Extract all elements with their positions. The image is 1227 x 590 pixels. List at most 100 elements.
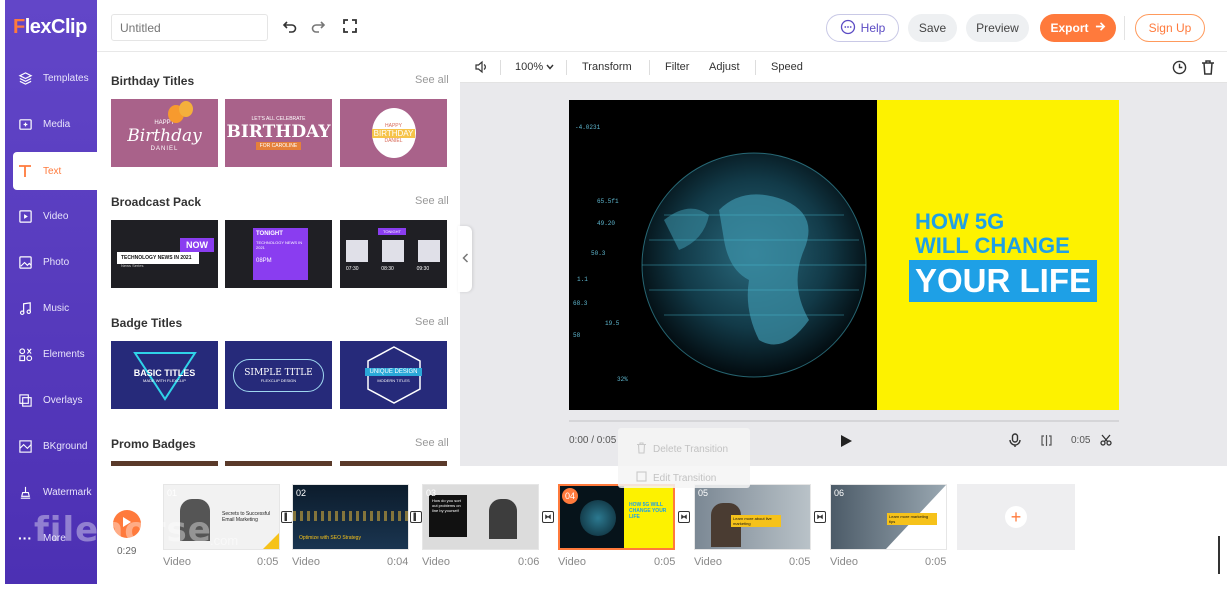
thumb-line2: 07:30 08:30 09:30	[346, 266, 430, 272]
hud-number: -4.0231	[575, 124, 601, 131]
sidebar-item-elements[interactable]: Elements	[5, 335, 97, 373]
fullscreen-icon[interactable]	[342, 18, 358, 34]
preview-stage: 100% Transform Filter Adjust Speed -4.02…	[460, 52, 1227, 466]
timeline-clip[interactable]: Learn more about live marketing 05	[694, 484, 811, 550]
volume-icon[interactable]	[474, 60, 488, 77]
clip-number: 06	[834, 488, 845, 498]
transition-icon[interactable]: ▌	[410, 511, 422, 523]
hud-number: 1.1	[577, 276, 588, 283]
sign-up-label: Sign Up	[1148, 21, 1192, 35]
project-title-input[interactable]	[111, 14, 268, 41]
thumb-line3: News Series	[121, 263, 144, 268]
thumb-photo	[382, 240, 404, 262]
video-canvas[interactable]: -4.0231 65.5f1 49.20 50.3 1.1 19.5 68.3 …	[569, 100, 1119, 410]
timeline-clip[interactable]: Learn more marketing tips 06	[830, 484, 947, 550]
thumb-line1: NOW	[180, 238, 214, 252]
timeline-clip[interactable]: How do you sort out problems on line by …	[422, 484, 539, 550]
section-title: Birthday Titles	[111, 74, 195, 88]
undo-icon[interactable]	[282, 18, 298, 34]
zoom-value: 100%	[515, 61, 544, 73]
sidebar-item-music[interactable]: Music	[5, 289, 97, 327]
elements-icon	[17, 346, 33, 362]
template-thumbnail[interactable]: TONIGHT 07:30 08:30 09:30	[340, 220, 447, 288]
timeline-clip-selected[interactable]: HOW 5G WILL CHANGE YOUR LIFE 04	[558, 484, 675, 550]
sidebar-item-media[interactable]: Media	[5, 105, 97, 143]
thumb-line2: BIRTHDAY	[226, 122, 331, 142]
trash-icon	[636, 442, 647, 457]
clip-caption: Learn more marketing tips	[887, 513, 937, 525]
edit-transition-item[interactable]: Edit Transition	[636, 471, 716, 485]
preview-button[interactable]: Preview	[966, 14, 1029, 42]
microphone-icon[interactable]	[1009, 433, 1021, 451]
timeline-clip[interactable]: Optimize with SEO Strategy 02	[292, 484, 409, 550]
see-all-link[interactable]: See all	[415, 437, 449, 449]
sidebar-item-label: Templates	[43, 72, 89, 84]
playback-progress[interactable]	[569, 420, 1119, 422]
divider	[649, 60, 650, 75]
see-all-link[interactable]: See all	[415, 316, 449, 328]
clip-type: Video	[292, 556, 320, 568]
balloon-icon	[179, 101, 193, 117]
sidebar-item-label: Video	[43, 210, 69, 222]
transform-button[interactable]: Transform	[582, 61, 632, 73]
divider	[566, 60, 567, 75]
speed-button[interactable]: Speed	[771, 61, 803, 73]
help-button[interactable]: Help	[826, 14, 899, 42]
sidebar-item-templates[interactable]: Templates	[5, 59, 97, 97]
save-button[interactable]: Save	[908, 14, 957, 42]
adjust-button[interactable]: Adjust	[709, 61, 740, 73]
template-thumbnail[interactable]: HAPPY BIRTHDAY DANIEL	[340, 99, 447, 167]
hud-number: 19.5	[605, 320, 620, 327]
template-thumbnail[interactable]: UNIQUE DESIGN MODERN TITLES	[340, 341, 447, 409]
scrollbar-marker[interactable]	[1218, 536, 1220, 574]
sidebar-item-watermark[interactable]: Watermark	[5, 473, 97, 511]
sidebar-item-video[interactable]: Video	[5, 197, 97, 235]
sidebar-item-text[interactable]: Text	[13, 152, 102, 190]
flexclip-logo[interactable]: FlexClip	[13, 16, 87, 39]
balloon-icon: HAPPY BIRTHDAY DANIEL	[371, 108, 416, 158]
export-button[interactable]: Export	[1040, 14, 1116, 42]
clock-icon[interactable]	[1172, 60, 1187, 78]
filter-button[interactable]: Filter	[665, 61, 689, 73]
template-thumbnail[interactable]: NOW TECHNOLOGY NEWS IN 2021 News Series	[111, 220, 218, 288]
split-icon[interactable]	[1040, 434, 1053, 450]
sign-up-button[interactable]: Sign Up	[1135, 14, 1205, 42]
hud-number: 49.20	[597, 220, 616, 227]
sidebar: FlexClip Templates Media Text Video Phot…	[5, 0, 102, 584]
globe-graphic	[580, 500, 616, 536]
sidebar-item-label: Text	[43, 165, 62, 177]
hud-number: 50.3	[591, 250, 606, 257]
redo-icon[interactable]	[310, 18, 326, 34]
template-thumbnail[interactable]: SIMPLE TITLE FLEXCLIP DESIGN	[225, 341, 332, 409]
transition-icon[interactable]: ⧓	[678, 511, 690, 523]
filehorse-watermark: filehorse	[34, 510, 212, 550]
template-thumbnail[interactable]: BASIC TITLES MADE WITH FLEXCLIP	[111, 341, 218, 409]
clip-duration: 0:06	[518, 556, 540, 568]
zoom-select[interactable]: 100%	[515, 61, 554, 73]
see-all-link[interactable]: See all	[415, 195, 449, 207]
more-icon: ···	[18, 530, 32, 546]
clip-caption: Secrets to Successful Email Marketing	[222, 511, 271, 523]
add-clip-button[interactable]: +	[957, 484, 1075, 550]
trash-icon[interactable]	[1201, 60, 1215, 78]
headline: HOW 5G WILL CHANGE	[915, 210, 1070, 258]
chevron-down-icon	[546, 61, 554, 73]
play-icon[interactable]	[839, 434, 853, 451]
scissors-icon[interactable]	[1100, 434, 1112, 449]
sidebar-item-photo[interactable]: Photo	[5, 243, 97, 281]
see-all-link[interactable]: See all	[415, 74, 449, 86]
hud-number: 68.3	[573, 300, 588, 307]
collapse-panel-button[interactable]	[458, 226, 472, 292]
sidebar-item-background[interactable]: BKground	[5, 427, 97, 465]
delete-transition-item[interactable]: Delete Transition	[636, 442, 728, 457]
clip-caption: Optimize with SEO Strategy	[299, 535, 361, 541]
template-thumbnail[interactable]: LET'S ALL CELEBRATE BIRTHDAY FOR CAROLIN…	[225, 99, 332, 167]
transition-icon[interactable]: ⧓	[814, 511, 826, 523]
sidebar-item-overlays[interactable]: Overlays	[5, 381, 97, 419]
clip-duration: 0:05	[789, 556, 811, 568]
transition-icon[interactable]: ⧓	[542, 511, 554, 523]
template-thumbnail[interactable]: TONIGHT TECHNOLOGY NEWS IN 2021 08PM	[225, 220, 332, 288]
help-label: Help	[860, 21, 886, 35]
clip-caption: Learn more about live marketing	[731, 515, 781, 527]
template-thumbnail[interactable]: HAPPY Birthday DANIEL	[111, 99, 218, 167]
